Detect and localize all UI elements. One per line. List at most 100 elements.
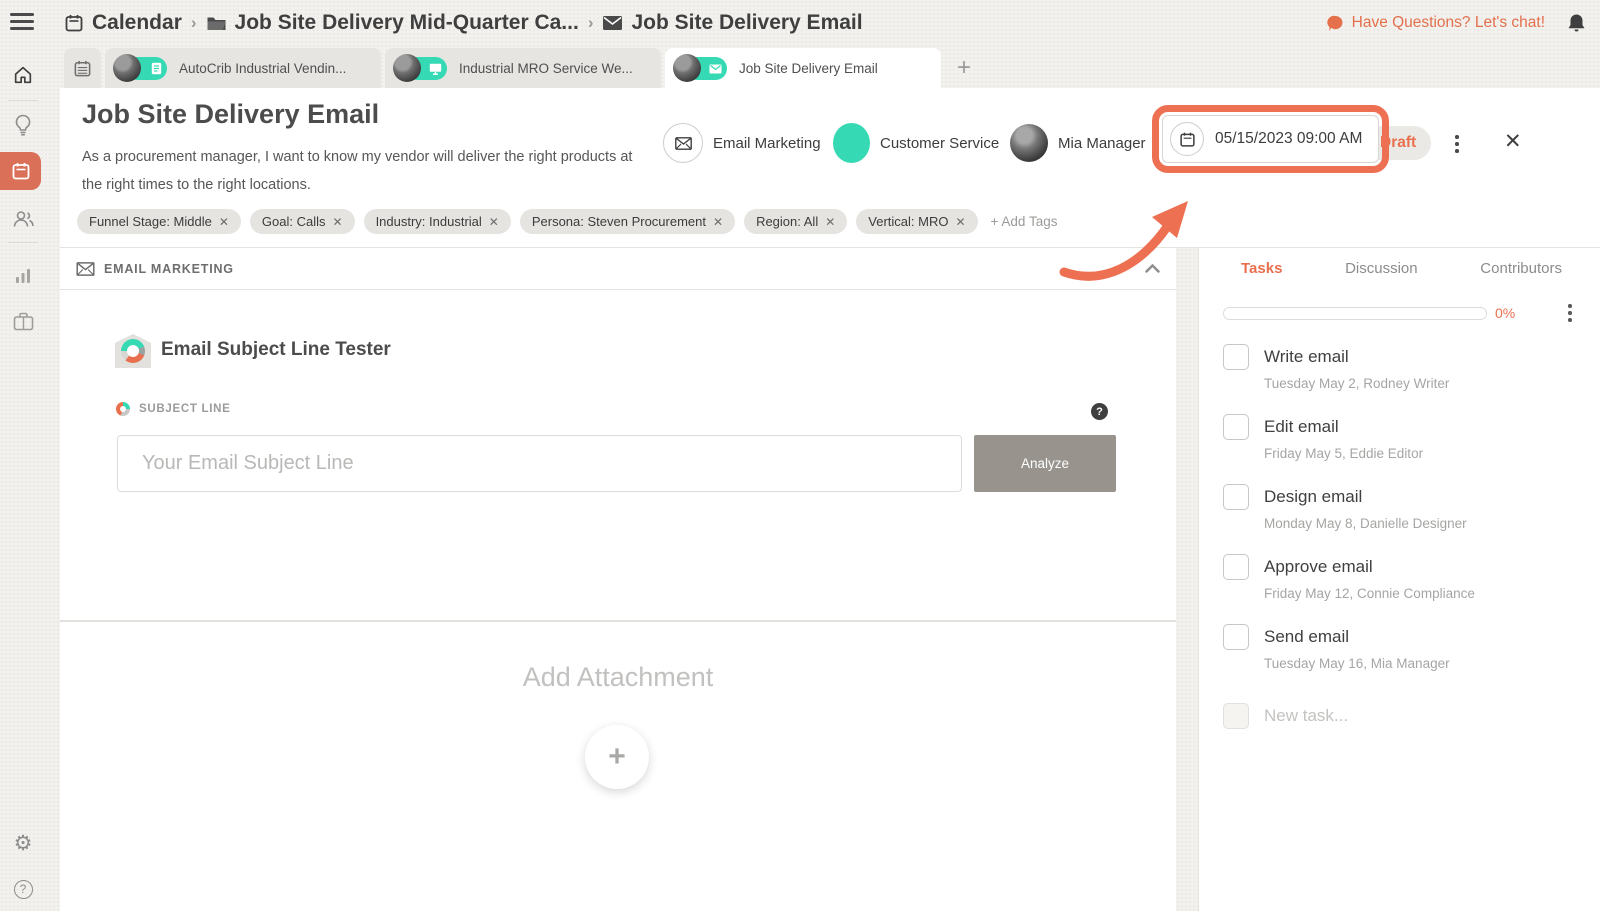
tab-job-site-delivery-email[interactable]: Job Site Delivery Email	[665, 48, 941, 88]
new-tab-button[interactable]: +	[957, 54, 971, 82]
task-meta: Friday May 12, Connie Compliance	[1264, 586, 1584, 601]
avatar	[673, 54, 701, 82]
sidebar-item-ideas[interactable]	[0, 108, 46, 142]
header-kebab-menu[interactable]	[1451, 131, 1463, 157]
subject-line-field-label-row: SUBJECT LINE	[116, 402, 230, 416]
task-row: Write email Tuesday May 2, Rodney Writer	[1223, 344, 1584, 391]
add-attachment-label: Add Attachment	[60, 662, 1176, 693]
question-icon: ?	[14, 880, 33, 899]
notifications-bell-icon[interactable]	[1567, 13, 1586, 34]
tag-label: Persona: Steven Procurement	[532, 214, 706, 229]
sidebar-item-team[interactable]	[0, 202, 46, 236]
tab-discussion[interactable]: Discussion	[1345, 260, 1418, 277]
tab-tasks[interactable]: Tasks	[1241, 260, 1282, 277]
sidebar-item-calendar-active[interactable]	[0, 152, 41, 190]
tag-vertical[interactable]: Vertical: MRO✕	[856, 209, 977, 234]
schedule-datetime-button[interactable]: 05/15/2023 09:00 AM	[1162, 115, 1379, 163]
left-sidebar: ⚙ ?	[0, 0, 46, 911]
breadcrumb-label: Calendar	[92, 11, 182, 35]
tag-persona[interactable]: Persona: Steven Procurement ✕	[520, 209, 735, 234]
task-title[interactable]: Send email	[1264, 627, 1349, 647]
project-type[interactable]: Email Marketing	[663, 123, 821, 163]
help-icon[interactable]: ?	[1091, 403, 1108, 420]
briefcase-icon	[13, 312, 34, 331]
help-chat-link[interactable]: Have Questions? Let's chat!	[1327, 14, 1545, 32]
task-meta: Tuesday May 16, Mia Manager	[1264, 656, 1584, 671]
breadcrumb-project-folder[interactable]: Job Site Delivery Mid-Quarter Ca...	[206, 11, 579, 35]
section-title: EMAIL MARKETING	[104, 262, 234, 276]
add-tags-button[interactable]: + Add Tags	[991, 214, 1058, 229]
task-meta: Monday May 8, Danielle Designer	[1264, 516, 1584, 531]
task-title[interactable]: Edit email	[1264, 417, 1339, 437]
sidebar-item-help[interactable]: ?	[0, 872, 46, 906]
tag-label: Funnel Stage: Middle	[89, 214, 212, 229]
task-title[interactable]: Approve email	[1264, 557, 1373, 577]
remove-tag-icon[interactable]: ✕	[955, 215, 965, 229]
calendar-grid-icon	[73, 59, 92, 78]
analyze-button[interactable]: Analyze	[974, 435, 1116, 492]
sidebar-item-settings[interactable]: ⚙	[0, 826, 46, 860]
tab-label: Industrial MRO Service We...	[459, 61, 633, 76]
task-title[interactable]: Write email	[1264, 347, 1349, 367]
task-checkbox[interactable]	[1223, 344, 1249, 370]
tag-goal[interactable]: Goal: Calls✕	[250, 209, 355, 234]
subject-line-tester-logo	[115, 334, 151, 368]
sidebar-item-assets[interactable]	[0, 304, 46, 338]
task-row: Design email Monday May 8, Danielle Desi…	[1223, 484, 1584, 531]
mini-donut-icon	[116, 402, 130, 416]
remove-tag-icon[interactable]: ✕	[489, 215, 499, 229]
envelope-icon	[76, 262, 95, 276]
panel-tabs: Tasks Discussion Contributors	[1199, 248, 1600, 288]
lightbulb-icon	[13, 114, 33, 136]
project-description[interactable]: As a procurement manager, I want to know…	[82, 143, 642, 200]
breadcrumb-calendar[interactable]: Calendar	[64, 11, 182, 35]
close-icon[interactable]: ✕	[1504, 129, 1522, 154]
project-team[interactable]: Customer Service	[833, 123, 999, 163]
remove-tag-icon[interactable]: ✕	[713, 215, 723, 229]
email-marketing-section-header[interactable]: EMAIL MARKETING	[60, 248, 1176, 290]
document-icon	[151, 62, 162, 75]
task-checkbox[interactable]	[1223, 624, 1249, 650]
remove-tag-icon[interactable]: ✕	[825, 215, 835, 229]
gear-icon: ⚙	[14, 831, 33, 856]
donut-logo-icon	[121, 339, 145, 363]
breadcrumb-current-item[interactable]: Job Site Delivery Email	[602, 11, 862, 35]
task-title[interactable]: Design email	[1264, 487, 1362, 507]
task-row: Edit email Friday May 5, Eddie Editor	[1223, 414, 1584, 461]
project-header: Job Site Delivery Email As a procurement…	[60, 88, 1600, 248]
task-checkbox[interactable]	[1223, 554, 1249, 580]
tag-region[interactable]: Region: All ✕	[744, 209, 847, 234]
task-meta: Friday May 5, Eddie Editor	[1264, 446, 1584, 461]
field-label: SUBJECT LINE	[139, 403, 230, 415]
sidebar-item-analytics[interactable]	[0, 258, 46, 292]
new-task-placeholder[interactable]: New task...	[1264, 706, 1348, 726]
tab-industrial-mro[interactable]: Industrial MRO Service We...	[385, 48, 661, 88]
add-attachment-button[interactable]: +	[585, 725, 649, 789]
chevron-up-icon[interactable]	[1145, 264, 1160, 273]
tag-label: Industry: Industrial	[376, 214, 482, 229]
task-checkbox[interactable]	[1223, 484, 1249, 510]
breadcrumb-separator: ›	[191, 13, 197, 33]
project-owner-label: Mia Manager	[1058, 135, 1146, 152]
breadcrumb-label: Job Site Delivery Email	[631, 11, 862, 35]
new-task-row[interactable]: New task...	[1223, 703, 1584, 729]
breadcrumb: Calendar › Job Site Delivery Mid-Quarter…	[64, 0, 863, 46]
content-panel: Email Subject Line Tester SUBJECT LINE ?…	[60, 290, 1176, 911]
task-checkbox[interactable]	[1223, 414, 1249, 440]
remove-tag-icon[interactable]: ✕	[333, 215, 343, 229]
project-owner[interactable]: Mia Manager	[1010, 124, 1146, 162]
remove-tag-icon[interactable]: ✕	[219, 215, 229, 229]
sidebar-item-home[interactable]	[0, 58, 46, 92]
tasks-kebab-menu[interactable]	[1564, 300, 1576, 326]
envelope-icon	[709, 64, 722, 74]
project-tab-bar: AutoCrib Industrial Vendin... Industrial…	[64, 48, 1600, 88]
calendar-view-tab-button[interactable]	[64, 48, 101, 88]
subject-line-input[interactable]	[117, 435, 962, 492]
tab-autocrib-industrial[interactable]: AutoCrib Industrial Vendin...	[105, 48, 381, 88]
tab-label: AutoCrib Industrial Vendin...	[179, 61, 346, 76]
tab-contributors[interactable]: Contributors	[1480, 260, 1562, 277]
tag-industry[interactable]: Industry: Industrial ✕	[364, 209, 511, 234]
tag-funnel-stage[interactable]: Funnel Stage: Middle ✕	[77, 209, 241, 234]
tag-label: Region: All	[756, 214, 818, 229]
page-title: Job Site Delivery Email	[82, 99, 379, 130]
